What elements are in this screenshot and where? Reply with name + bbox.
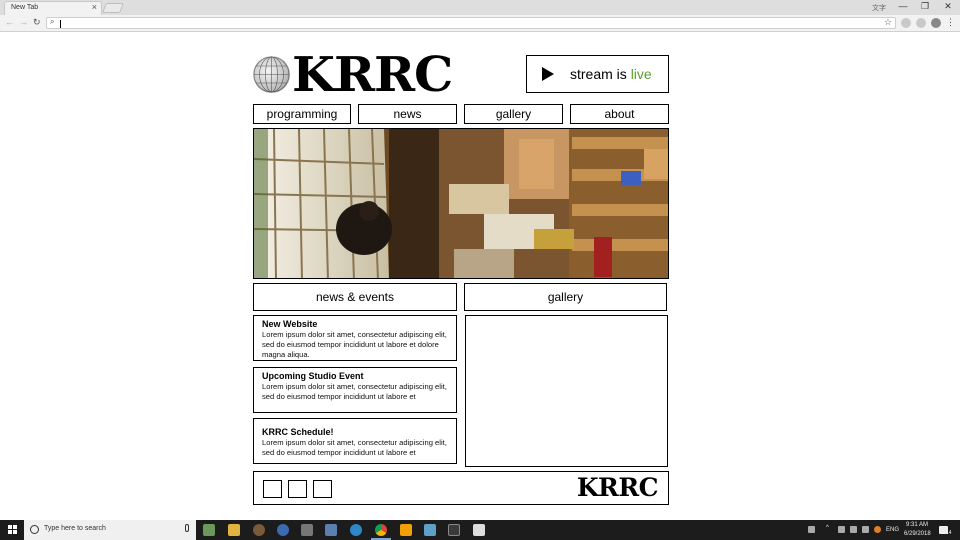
restore-button[interactable]: ❐	[915, 1, 935, 12]
news-card-body: Lorem ipsum dolor sit amet, consectetur …	[262, 382, 447, 401]
stream-live-button[interactable]: stream is live	[526, 55, 669, 93]
globe-logo-icon[interactable]	[253, 56, 290, 93]
windows-start-icon[interactable]	[8, 525, 18, 535]
clock-date[interactable]: 6/29/2018	[904, 531, 931, 537]
people-icon[interactable]	[808, 526, 815, 533]
clock-time[interactable]: 9:31 AM	[906, 522, 928, 528]
news-card-body: Lorem ipsum dolor sit amet, consectetur …	[262, 438, 447, 457]
volume-icon[interactable]	[862, 526, 869, 533]
reload-icon[interactable]: ↻	[33, 17, 41, 28]
chrome-icon[interactable]	[375, 524, 387, 536]
tray-expand-icon[interactable]: ^	[826, 525, 829, 531]
forward-icon[interactable]: →	[19, 17, 28, 27]
news-card[interactable]: KRRC Schedule! Lorem ipsum dolor sit ame…	[253, 418, 457, 464]
browser-menu-icon[interactable]: ⋮	[946, 17, 955, 28]
tab-close-icon[interactable]: ×	[92, 2, 97, 12]
app-icon[interactable]	[301, 524, 313, 536]
gallery-heading[interactable]: gallery	[464, 283, 667, 311]
footer-logo[interactable]: KRRC	[577, 473, 659, 503]
app-icon[interactable]	[350, 524, 362, 536]
app-icon[interactable]	[277, 524, 289, 536]
stream-status-text: stream is live	[570, 66, 652, 82]
browser-tab-strip: New Tab × 文字 — ❐ ✕	[0, 0, 960, 15]
photos-icon[interactable]	[473, 524, 485, 536]
file-explorer-icon[interactable]	[228, 524, 240, 536]
bookmark-star-icon[interactable]: ☆	[884, 17, 892, 28]
site-footer: KRRC	[253, 471, 669, 505]
battery-icon[interactable]	[850, 526, 857, 533]
news-card-title: Upcoming Studio Event	[262, 371, 364, 381]
microphone-icon[interactable]	[185, 524, 189, 532]
app-icon[interactable]	[203, 524, 215, 536]
browser-tab[interactable]: New Tab ×	[4, 1, 102, 15]
news-card[interactable]: New Website Lorem ipsum dolor sit amet, …	[253, 315, 457, 361]
nav-about[interactable]: about	[570, 104, 669, 124]
news-card-title: New Website	[262, 319, 318, 329]
news-card-body: Lorem ipsum dolor sit amet, consectetur …	[262, 330, 447, 359]
app-icon[interactable]	[448, 524, 460, 536]
app-icon[interactable]	[325, 524, 337, 536]
back-icon[interactable]: ←	[5, 17, 14, 27]
news-events-heading[interactable]: news & events	[253, 283, 457, 311]
news-card[interactable]: Upcoming Studio Event Lorem ipsum dolor …	[253, 367, 457, 413]
play-icon	[542, 67, 554, 81]
new-tab-button[interactable]	[102, 3, 124, 13]
minimize-button[interactable]: —	[893, 1, 913, 11]
app-icon[interactable]	[424, 524, 436, 536]
text-caret	[60, 20, 61, 28]
address-bar[interactable]: ⌕ ☆	[46, 17, 896, 29]
extension-shield-icon[interactable]	[931, 18, 941, 28]
nav-news[interactable]: news	[358, 104, 457, 124]
cortana-icon	[30, 525, 39, 534]
app-icon[interactable]	[253, 524, 265, 536]
notification-count: 14	[946, 530, 952, 536]
social-icon[interactable]	[263, 480, 282, 498]
taskbar-search-placeholder: Type here to search	[44, 525, 106, 532]
stream-live-label: live	[630, 66, 652, 82]
extension-icon[interactable]	[916, 18, 926, 28]
browser-toolbar: ← → ↻ ⌕ ☆ ⋮	[0, 15, 960, 32]
app-icon[interactable]	[400, 524, 412, 536]
social-icon[interactable]	[313, 480, 332, 498]
network-icon[interactable]	[838, 526, 845, 533]
site-logo[interactable]: KRRC	[292, 45, 453, 105]
gallery-panel	[465, 315, 668, 467]
nav-gallery[interactable]: gallery	[464, 104, 563, 124]
language-indicator[interactable]: ENG	[886, 527, 899, 533]
profile-label[interactable]: 文字	[872, 3, 886, 13]
os-taskbar: Type here to search ^ ENG 9:31 AM 6/29/2…	[0, 520, 960, 540]
search-icon: ⌕	[50, 17, 55, 26]
news-card-title: KRRC Schedule!	[262, 427, 334, 437]
close-window-button[interactable]: ✕	[938, 1, 958, 12]
taskbar-search-input[interactable]: Type here to search	[24, 520, 196, 540]
stream-prefix: stream is	[570, 66, 631, 82]
extension-icon[interactable]	[901, 18, 911, 28]
hero-image	[253, 128, 669, 279]
nav-programming[interactable]: programming	[253, 104, 351, 124]
social-icon[interactable]	[288, 480, 307, 498]
tray-app-icon[interactable]	[874, 526, 881, 533]
tab-title: New Tab	[11, 4, 39, 11]
